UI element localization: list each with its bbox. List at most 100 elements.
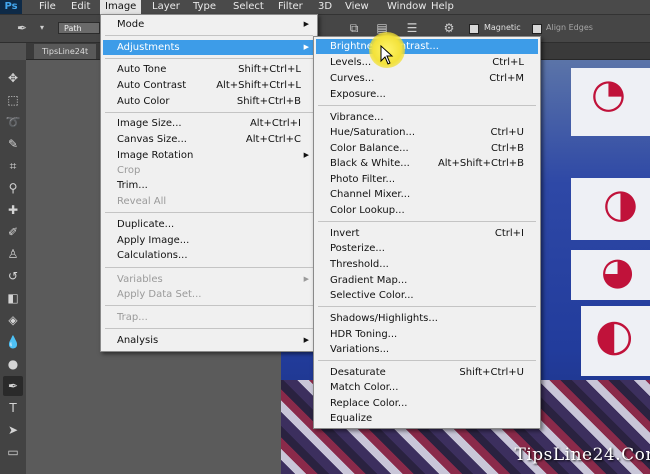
menu-item-image-rotation[interactable]: Image Rotation ▶: [103, 148, 315, 163]
menu-help[interactable]: Help: [426, 0, 459, 14]
rectangle-tool-icon[interactable]: ▭: [3, 442, 23, 462]
menu-item-analysis[interactable]: Analysis ▶: [103, 333, 315, 348]
menu-image[interactable]: Image: [100, 0, 142, 14]
menu-select[interactable]: Select: [228, 0, 269, 14]
adjustments-submenu: Brightness/Contrast... Levels...Ctrl+L C…: [313, 36, 541, 429]
lasso-tool-icon[interactable]: ➰: [3, 112, 23, 132]
menu-item-mode[interactable]: Mode ▶: [103, 17, 315, 32]
blur-tool-icon[interactable]: 💧: [3, 332, 23, 352]
tools-panel: ✥ ⬚ ➰ ✎ ⌗ ⚲ ✚ ✐ ♙ ↺ ◧ ◈ 💧 ● ✒ T ➤ ▭: [0, 60, 27, 474]
image-menu-dropdown: Mode ▶ Adjustments ▶ Auto Tone Shift+Ctrl+L…: [100, 14, 318, 352]
magnetic-label: Magnetic: [484, 23, 521, 32]
menu-view[interactable]: View: [340, 0, 374, 14]
menu-item-gradient-map[interactable]: Gradient Map...: [316, 273, 538, 288]
menu-item-color-balance[interactable]: Color Balance... Ctrl+B: [316, 141, 538, 156]
marquee-tool-icon[interactable]: ⬚: [3, 90, 23, 110]
menu-item-curves[interactable]: Curves... Ctrl+M: [316, 71, 538, 86]
pen-tool-icon[interactable]: ✒: [3, 376, 23, 396]
menu-item-desaturate[interactable]: Desaturate Shift+Ctrl+U: [316, 365, 538, 380]
menu-item-color-lookup[interactable]: Color Lookup...: [316, 203, 538, 218]
menu-item-replace-color[interactable]: Replace Color...: [316, 396, 538, 411]
pen-tool-preset-icon[interactable]: ✒: [14, 21, 30, 35]
mouse-pointer-icon: [380, 45, 394, 65]
menu-item-trap: Trap...: [117, 312, 148, 323]
menu-separator: [105, 267, 313, 268]
menu-item-auto-tone[interactable]: Auto Tone Shift+Ctrl+L: [103, 62, 315, 77]
menu-bar: Ps File Edit Image Layer Type Select Fil…: [0, 0, 650, 15]
menu-item-vibrance[interactable]: Vibrance...: [316, 110, 538, 125]
quick-select-tool-icon[interactable]: ✎: [3, 134, 23, 154]
menu-item-match-color[interactable]: Match Color...: [316, 380, 538, 395]
magnetic-checkbox[interactable]: [469, 24, 479, 34]
menu-item-black-white[interactable]: Black & White... Alt+Shift+Ctrl+B: [316, 156, 538, 171]
menu-separator: [105, 212, 313, 213]
menu-item-hue-saturation[interactable]: Hue/Saturation... Ctrl+U: [316, 125, 538, 140]
chevron-right-icon: ▶: [303, 151, 309, 159]
move-tool-icon[interactable]: ✥: [3, 68, 23, 88]
menu-separator: [318, 105, 536, 106]
menu-edit[interactable]: Edit: [66, 0, 95, 14]
menu-item-image-size[interactable]: Image Size... Alt+Ctrl+I: [103, 116, 315, 131]
paint-bucket-tool-icon[interactable]: ◈: [3, 310, 23, 330]
banner-graphic: ◔: [571, 68, 650, 136]
document-tab[interactable]: TipsLine24t: [34, 44, 97, 59]
tool-mode-select[interactable]: Path: [58, 22, 100, 34]
menu-item-equalize[interactable]: Equalize: [316, 411, 538, 426]
menu-item-shadows-highlights[interactable]: Shadows/Highlights...: [316, 311, 538, 326]
banner-script-graphic: ◑: [603, 180, 638, 227]
menu-separator: [318, 306, 536, 307]
menu-item-auto-contrast[interactable]: Auto Contrast Alt+Shift+Ctrl+L: [103, 78, 315, 93]
menu-item-reveal-all: Reveal All: [117, 196, 167, 207]
banner-script-graphic: ◐: [595, 310, 634, 361]
menu-item-selective-color[interactable]: Selective Color...: [316, 288, 538, 303]
menu-separator: [318, 221, 536, 222]
type-tool-icon[interactable]: T: [3, 398, 23, 418]
align-edges-checkbox[interactable]: [532, 24, 542, 34]
menu-3d[interactable]: 3D: [313, 0, 337, 14]
menu-item-apply-data-set: Apply Data Set...: [117, 289, 202, 300]
path-operations-icon[interactable]: ⧉: [346, 21, 362, 35]
brush-tool-icon[interactable]: ✐: [3, 222, 23, 242]
history-brush-tool-icon[interactable]: ↺: [3, 266, 23, 286]
menu-item-variations[interactable]: Variations...: [316, 342, 538, 357]
menu-separator: [105, 112, 313, 113]
menu-filter[interactable]: Filter: [273, 0, 308, 14]
menu-item-calculations[interactable]: Calculations...: [103, 248, 315, 263]
menu-item-crop: Crop: [117, 165, 141, 176]
menu-item-adjustments[interactable]: Adjustments ▶: [103, 40, 315, 55]
banner-script-graphic: ◕: [601, 248, 635, 293]
chevron-right-icon: ▶: [303, 43, 309, 51]
menu-item-auto-color[interactable]: Auto Color Shift+Ctrl+B: [103, 94, 315, 109]
banner-graphic: ◕: [571, 248, 650, 300]
menu-item-photo-filter[interactable]: Photo Filter...: [316, 172, 538, 187]
menu-item-brightness-contrast[interactable]: Brightness/Contrast...: [316, 39, 538, 54]
path-selection-tool-icon[interactable]: ➤: [3, 420, 23, 440]
menu-layer[interactable]: Layer: [147, 0, 185, 14]
chevron-right-icon: ▶: [303, 336, 309, 344]
menu-item-canvas-size[interactable]: Canvas Size... Alt+Ctrl+C: [103, 132, 315, 147]
menu-item-trim[interactable]: Trim...: [103, 178, 315, 193]
menu-item-channel-mixer[interactable]: Channel Mixer...: [316, 187, 538, 202]
eyedropper-tool-icon[interactable]: ⚲: [3, 178, 23, 198]
menu-item-levels[interactable]: Levels... Ctrl+L: [316, 55, 538, 70]
menu-separator: [105, 58, 313, 59]
crop-tool-icon[interactable]: ⌗: [3, 156, 23, 176]
clone-stamp-tool-icon[interactable]: ♙: [3, 244, 23, 264]
path-arrangement-icon[interactable]: ☰: [404, 21, 420, 35]
healing-brush-tool-icon[interactable]: ✚: [3, 200, 23, 220]
eraser-tool-icon[interactable]: ◧: [3, 288, 23, 308]
menu-item-posterize[interactable]: Posterize...: [316, 241, 538, 256]
menu-item-threshold[interactable]: Threshold...: [316, 257, 538, 272]
menu-item-exposure[interactable]: Exposure...: [316, 87, 538, 102]
menu-item-invert[interactable]: Invert Ctrl+I: [316, 226, 538, 241]
menu-item-hdr-toning[interactable]: HDR Toning...: [316, 327, 538, 342]
menu-window[interactable]: Window: [382, 0, 431, 14]
menu-type[interactable]: Type: [188, 0, 221, 14]
menu-item-apply-image[interactable]: Apply Image...: [103, 233, 315, 248]
gear-icon[interactable]: ⚙: [441, 21, 457, 35]
dodge-tool-icon[interactable]: ●: [3, 354, 23, 374]
menu-file[interactable]: File: [34, 0, 61, 14]
chevron-down-icon[interactable]: ▾: [34, 21, 50, 35]
menu-item-duplicate[interactable]: Duplicate...: [103, 217, 315, 232]
menu-separator: [105, 328, 313, 329]
